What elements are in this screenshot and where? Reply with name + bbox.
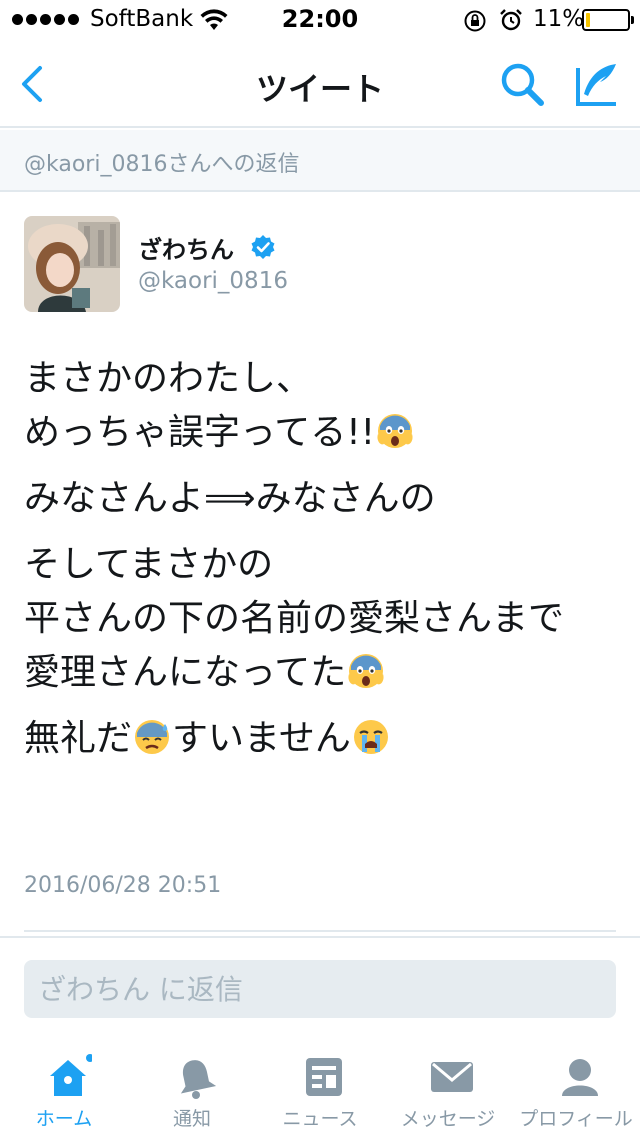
scream-emoji-icon xyxy=(348,654,384,688)
tweet-timestamp: 2016/06/28 20:51 xyxy=(24,873,222,898)
scream-emoji-icon xyxy=(377,414,413,448)
divider xyxy=(24,930,616,932)
tab-messages[interactable]: メッセージ xyxy=(384,1040,512,1136)
display-name[interactable]: ざわちん xyxy=(138,230,234,265)
user-handle[interactable]: @kaori_0816 xyxy=(138,268,288,294)
tab-notifications[interactable]: 通知 xyxy=(128,1040,256,1136)
tweet-text-line: すいません xyxy=(172,718,351,759)
tweet-paragraph: みなさんよ⟹みなさんの xyxy=(24,472,614,526)
battery-icon xyxy=(582,9,634,31)
search-icon[interactable] xyxy=(498,60,546,108)
battery-level xyxy=(586,13,590,27)
envelope-icon xyxy=(431,1062,473,1092)
anxious-sweat-emoji-icon xyxy=(135,720,170,754)
tweet-text-line: 無礼だ xyxy=(24,718,133,759)
divider xyxy=(0,936,640,938)
back-button[interactable] xyxy=(14,62,54,106)
bell-icon xyxy=(180,1060,217,1099)
reply-input[interactable] xyxy=(24,960,616,1018)
avatar[interactable] xyxy=(24,216,120,312)
alarm-icon xyxy=(500,9,522,31)
tweet-text-line: まさかのわたし、 めっちゃ誤字ってる!! xyxy=(24,358,376,453)
verified-badge-icon xyxy=(251,235,275,259)
status-bar: SoftBank 22:00 11% xyxy=(0,0,640,40)
tweet-paragraph: まさかのわたし、 めっちゃ誤字ってる!! xyxy=(24,352,614,460)
reply-context-text: @kaori_0816さんへの返信 xyxy=(24,152,300,177)
home-icon xyxy=(50,1054,92,1096)
tweet-text: まさかのわたし、 めっちゃ誤字ってる!! みなさんよ⟹みなさんの そしてまさかの… xyxy=(24,352,614,778)
tab-label: プロフィール xyxy=(519,1108,633,1130)
battery-percent: 11% xyxy=(533,6,585,32)
rotation-lock-icon xyxy=(464,10,486,32)
tab-label: メッセージ xyxy=(400,1108,496,1130)
tab-label: 通知 xyxy=(172,1108,211,1130)
tab-news[interactable]: ニュース xyxy=(256,1040,384,1136)
tab-profile[interactable]: プロフィール xyxy=(512,1040,640,1136)
tweet-paragraph: 無礼だ すいません xyxy=(24,712,614,766)
news-icon xyxy=(306,1058,342,1096)
tweet-paragraph: そしてまさかの 平さんの下の名前の愛梨さんまで 愛理さんになってた xyxy=(24,538,614,700)
compose-tweet-icon[interactable] xyxy=(572,60,622,108)
navigation-bar: ツイート xyxy=(0,40,640,128)
tab-home[interactable]: ホーム xyxy=(0,1040,128,1136)
tweet-text-line: みなさんよ⟹みなさんの xyxy=(24,478,436,519)
reply-context-banner[interactable]: @kaori_0816さんへの返信 xyxy=(0,130,640,192)
tweet-text-line: そしてまさかの 平さんの下の名前の愛梨さんまで 愛理さんになってた xyxy=(24,544,565,693)
crying-emoji-icon xyxy=(353,720,388,754)
tab-label: ニュース xyxy=(282,1108,358,1130)
person-icon xyxy=(562,1059,598,1096)
tab-bar: ホーム 通知 ニュース メッセージ プロフィール xyxy=(0,1040,640,1136)
